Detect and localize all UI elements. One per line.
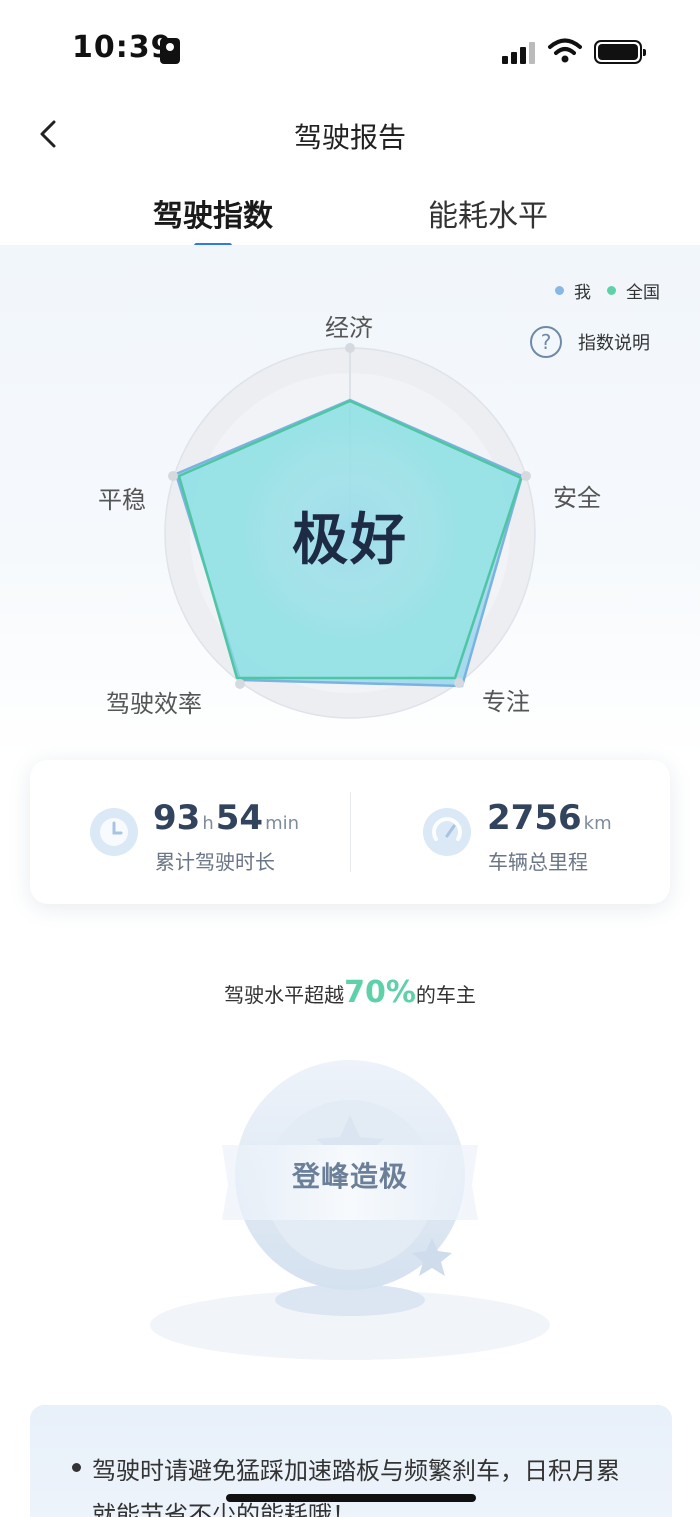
tip-text: 驾驶时请避免猛踩加速踏板与频繁刹车，日积月累就能节省不少的能耗哦！	[92, 1457, 620, 1517]
driving-hours-unit: h	[202, 813, 214, 834]
driving-minutes-unit: min	[265, 813, 300, 834]
status-time: 10:39	[72, 30, 173, 65]
axis-label-focus: 专注	[482, 688, 530, 716]
stat-driving-time: 93 h54 min 累计驾驶时长	[30, 760, 350, 904]
help-label: 指数说明	[578, 333, 650, 354]
legend-item-me: 我	[555, 278, 591, 303]
battery-icon	[594, 40, 646, 64]
tab-energy-level[interactable]: 能耗水平	[428, 191, 548, 235]
driving-grade: 极好	[292, 508, 408, 573]
stat-mileage: 2756 km 车辆总里程	[350, 760, 670, 904]
signal-icon	[502, 42, 538, 64]
wifi-icon	[548, 38, 582, 63]
radar-axis-dot-safety	[521, 471, 531, 481]
driving-time-value: 93 h54 min	[153, 798, 301, 838]
axis-label-economy: 经济	[325, 314, 373, 342]
rank-suffix: 的车主	[415, 983, 476, 1007]
driving-time-label: 累计驾驶时长	[155, 850, 275, 874]
legend-label-me: 我	[574, 282, 591, 303]
badge-title: 登峰造极	[291, 1160, 408, 1193]
mileage-label: 车辆总里程	[488, 850, 588, 874]
home-indicator[interactable]	[226, 1494, 476, 1502]
contact-card-icon	[160, 38, 180, 64]
legend-label-national: 全国	[626, 282, 660, 303]
driving-minutes: 54	[215, 798, 264, 838]
rank-percent: 70%	[344, 975, 416, 1010]
radar-axis-dot-focus	[454, 678, 464, 688]
rank-text: 驾驶水平超越70%的车主	[0, 975, 700, 1010]
speedometer-icon	[423, 808, 471, 856]
nav-bar: 驾驶报告	[0, 100, 700, 170]
legend-item-national: 全国	[607, 278, 660, 303]
status-bar: 10:39	[0, 0, 700, 100]
mileage-value: 2756 km	[487, 798, 614, 838]
radar-axis-dot-smooth	[168, 471, 178, 481]
chart-legend: 我 全国	[555, 276, 660, 304]
radar-axis-dot-efficiency	[235, 679, 245, 689]
tab-driving-index[interactable]: 驾驶指数	[153, 191, 273, 235]
rank-prefix: 驾驶水平超越	[224, 983, 345, 1007]
mileage-unit: km	[583, 813, 612, 834]
page-title: 驾驶报告	[293, 121, 406, 154]
index-help-button[interactable]: ? 指数说明	[530, 326, 650, 358]
radar-axis-dot-economy	[345, 343, 355, 353]
axis-label-efficiency: 驾驶效率	[106, 690, 202, 718]
stats-card: 93 h54 min 累计驾驶时长 2756 km 车辆总里程	[30, 760, 670, 904]
legend-dot-me	[555, 285, 564, 295]
question-circle-icon: ?	[530, 326, 562, 358]
badge-medal	[150, 1060, 550, 1360]
clock-icon	[90, 808, 138, 856]
driving-hours: 93	[153, 798, 201, 838]
tip-bullet	[72, 1463, 81, 1472]
legend-dot-national	[607, 285, 616, 295]
mileage-number: 2756	[487, 798, 582, 838]
